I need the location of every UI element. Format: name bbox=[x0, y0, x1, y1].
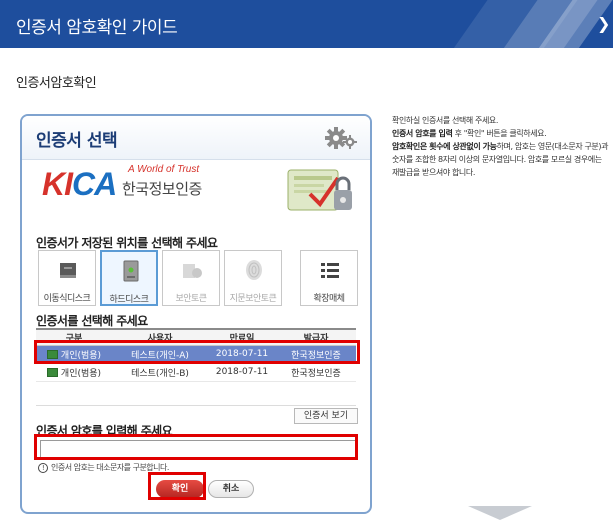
media-label: 보안토큰 bbox=[175, 294, 207, 304]
kica-logo: KICA A World of Trust 한국정보인증 bbox=[42, 164, 202, 206]
dialog-header: 인증서 선택 bbox=[22, 116, 370, 160]
security-token-icon bbox=[183, 264, 202, 278]
kica-logo-text: KICA bbox=[42, 166, 117, 202]
hard-disk-icon bbox=[123, 260, 139, 282]
down-arrow-icon bbox=[468, 506, 532, 520]
info-icon: ! bbox=[38, 463, 48, 473]
media-fingerprint-button[interactable]: 지문보안토큰 bbox=[224, 250, 282, 306]
media-harddisk-button[interactable]: 하드디스크 bbox=[100, 250, 158, 306]
media-token-button[interactable]: 보안토큰 bbox=[162, 250, 220, 306]
cert-type-cell: 개인(범용) bbox=[36, 363, 112, 382]
highlight-selected-row bbox=[34, 340, 360, 364]
certificate-illustration-icon bbox=[287, 169, 352, 211]
instruction-line: 인증서 암호를 입력 후 "확인" 버튼을 클릭하세요. bbox=[392, 129, 547, 138]
media-label: 이동식디스크 bbox=[43, 294, 91, 304]
view-certificate-button[interactable]: 인증서 보기 bbox=[294, 408, 358, 424]
storage-media-selector: 이동식디스크 하드디스크 보안토큰 지문보안토큰 확장매체 bbox=[38, 250, 358, 308]
page-title: 인증서 암호확인 가이드 bbox=[16, 18, 178, 38]
select-cert-label: 인증서를 선택해 주세요 bbox=[36, 314, 148, 328]
table-row[interactable]: 개인(범용) 테스트(개인-B) 2018-07-11 한국정보인증 bbox=[36, 363, 356, 382]
media-extended-button[interactable]: 확장매체 bbox=[300, 250, 358, 306]
cancel-button[interactable]: 취소 bbox=[208, 480, 254, 498]
cert-issuer-cell: 한국정보인증 bbox=[276, 363, 356, 382]
fingerprint-icon bbox=[246, 260, 262, 280]
guide-header: 인증서 암호확인 가이드 ❯ bbox=[0, 0, 613, 48]
instruction-line: 암호확인은 횟수에 상관없이 가능하며, 암호는 영문(대소문자 구분)과 숫자… bbox=[392, 142, 609, 177]
logo-korean-name: 한국정보인증 bbox=[122, 180, 202, 198]
table-empty-area bbox=[36, 384, 356, 406]
usb-drive-icon bbox=[60, 263, 76, 278]
highlight-ok-button bbox=[148, 472, 206, 500]
highlight-password-input bbox=[34, 434, 358, 460]
certificate-icon bbox=[46, 367, 58, 377]
instructions-text: 확인하실 인증서를 선택해 주세요. 인증서 암호를 입력 후 "확인" 버튼을… bbox=[392, 114, 610, 179]
logo-tagline: A World of Trust bbox=[128, 164, 200, 175]
gear-icon bbox=[325, 127, 357, 149]
location-label: 인증서가 저장된 위치를 선택해 주세요 bbox=[36, 236, 218, 250]
cert-expiry-cell: 2018-07-11 bbox=[208, 363, 276, 382]
cert-user-cell: 테스트(개인-B) bbox=[112, 363, 208, 382]
instruction-line: 확인하실 인증서를 선택해 주세요. bbox=[392, 116, 499, 125]
media-label: 지문보안토큰 bbox=[229, 294, 277, 304]
media-usb-button[interactable]: 이동식디스크 bbox=[38, 250, 96, 306]
media-label: 확장매체 bbox=[313, 294, 345, 304]
media-label: 하드디스크 bbox=[109, 295, 149, 305]
list-icon bbox=[321, 263, 339, 278]
dialog-title: 인증서 선택 bbox=[36, 131, 118, 151]
close-icon[interactable]: ❯ bbox=[597, 14, 610, 33]
section-title: 인증서암호확인 bbox=[16, 76, 97, 91]
